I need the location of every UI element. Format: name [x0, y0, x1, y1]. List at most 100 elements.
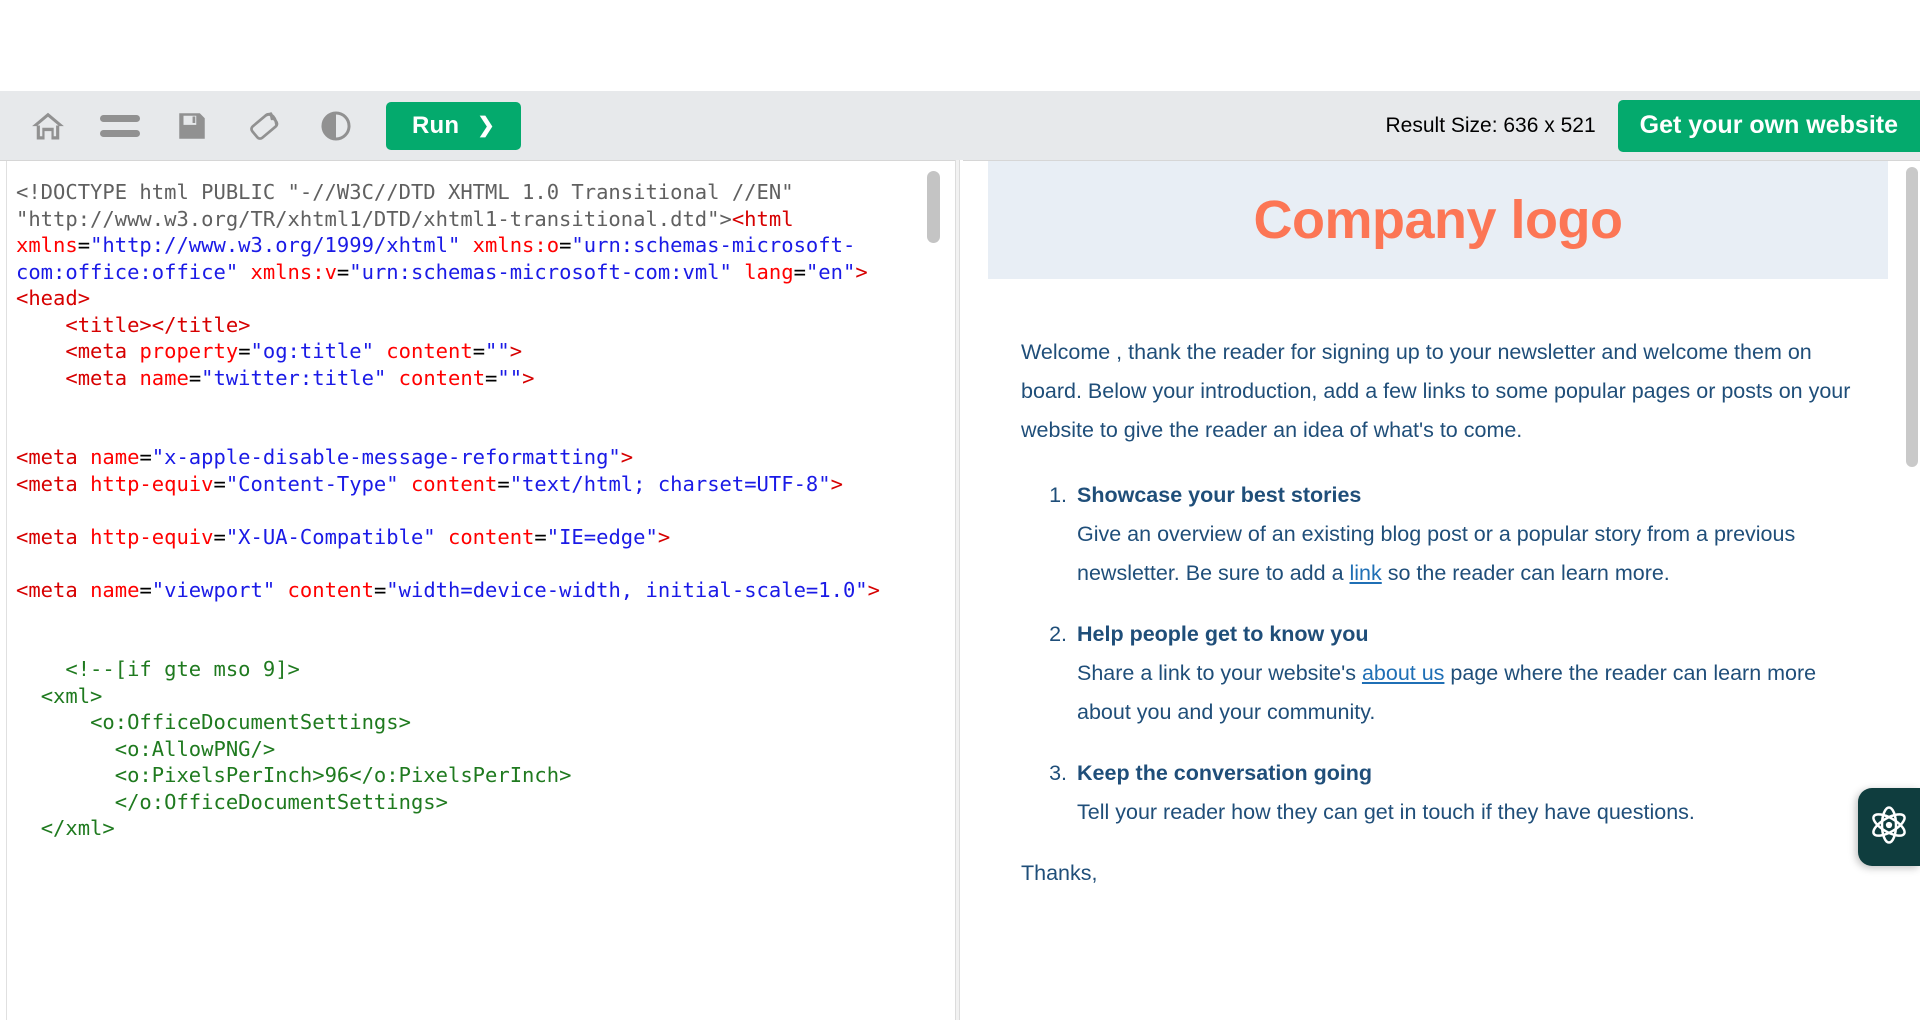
code-token-doctype: <!DOCTYPE html PUBLIC "-//W3C//DTD XHTML… — [16, 180, 806, 231]
home-button[interactable] — [12, 91, 84, 160]
tips-ordered-list: Showcase your best stories Give an overvi… — [1021, 476, 1855, 832]
code-token-val: "x-apple-disable-message-reformatting" — [151, 445, 621, 469]
editor-scrollbar-thumb[interactable] — [927, 171, 940, 243]
editor-gutter-line — [6, 161, 7, 1020]
code-token-tag: > — [509, 339, 523, 363]
code-token-val: "IE=edge" — [546, 524, 658, 549]
code-token-tag: <meta — [16, 524, 78, 549]
menu-icon — [98, 111, 142, 141]
code-token-comment: </o:OfficeDocumentSettings> — [114, 789, 448, 814]
result-scrollbar-thumb[interactable] — [1906, 167, 1918, 467]
code-token-plain: = — [485, 365, 498, 390]
code-token-tag: <title> — [65, 312, 152, 337]
code-token-plain: = — [188, 365, 202, 390]
top-blank-strip — [0, 0, 1920, 91]
code-token-tag: <meta — [65, 365, 128, 390]
code-token-plain: = — [77, 233, 91, 257]
result-preview-pane: Company logo Welcome , thank the reader … — [963, 160, 1920, 1020]
code-token-val: "X-UA-Compatible" — [225, 524, 436, 549]
code-token-tag: > — [620, 445, 634, 469]
pane-divider[interactable] — [955, 160, 960, 1020]
code-token-tag: > — [657, 524, 671, 549]
code-token-comment: <xml> — [40, 683, 103, 708]
email-body-card: Welcome , thank the reader for signing u… — [988, 285, 1888, 903]
code-token-comment: <o:PixelsPerInch>96</o:PixelsPerInch> — [114, 763, 572, 787]
code-token-tag: <meta — [16, 445, 78, 469]
code-token-attr: content — [448, 524, 535, 549]
code-token-tag: > — [522, 365, 535, 390]
list-item: Showcase your best stories Give an overvi… — [1073, 476, 1855, 593]
code-token-comment: <o:OfficeDocumentSettings> — [90, 710, 411, 734]
code-token-val: "width=device-width, initial-scale=1.0" — [386, 577, 868, 602]
list-item-title: Keep the conversation going — [1077, 761, 1373, 785]
code-token-attr: name — [90, 577, 140, 602]
code-editor-content[interactable]: <!DOCTYPE html PUBLIC "-//W3C//DTD XHTML… — [16, 179, 921, 842]
code-token-plain: = — [472, 339, 486, 363]
code-token-plain: = — [238, 339, 251, 363]
list-item: Keep the conversation going Tell your rea… — [1073, 754, 1855, 832]
code-token-tag: <meta — [65, 339, 128, 363]
code-token-attr: http-equiv — [90, 471, 214, 496]
list-item-body: Share a link to your website's about us … — [1077, 661, 1817, 724]
home-icon — [28, 108, 68, 144]
editor-scrollbar-track[interactable] — [926, 161, 940, 1020]
code-token-attr: lang — [744, 259, 794, 284]
code-token-tag: <meta — [16, 577, 78, 602]
list-item-body: Tell your reader how they can get in tou… — [1077, 800, 1695, 824]
inline-link[interactable]: about us — [1362, 661, 1444, 685]
code-token-tag: <head> — [16, 286, 91, 310]
code-token-attr: name — [139, 365, 189, 390]
result-size-label: Result Size: 636 x 521 — [1385, 113, 1596, 137]
code-token-attr: xmlns:o — [472, 233, 560, 257]
inline-link[interactable]: link — [1350, 561, 1382, 585]
code-token-plain: = — [534, 524, 547, 549]
save-button[interactable] — [156, 91, 228, 160]
list-item-title: Help people get to know you — [1077, 622, 1369, 646]
code-token-attr: xmlns — [16, 233, 78, 257]
code-token-plain: = — [139, 445, 152, 469]
code-token-plain: = — [213, 524, 226, 549]
contrast-button[interactable] — [300, 91, 372, 160]
code-editor-pane[interactable]: <!DOCTYPE html PUBLIC "-//W3C//DTD XHTML… — [0, 160, 958, 1020]
contrast-icon — [319, 109, 353, 143]
editor-toolbar: Run ❯ Result Size: 636 x 521 Get your ow… — [0, 91, 1920, 160]
code-token-val: "" — [485, 339, 510, 363]
email-header-band: Company logo — [988, 161, 1888, 279]
email-right-margin — [1888, 161, 1904, 1020]
run-button[interactable]: Run ❯ — [386, 101, 522, 150]
chat-widget-logo-icon — [1869, 805, 1909, 850]
code-token-attr: content — [287, 577, 374, 602]
newsletter-email: Company logo Welcome , thank the reader … — [988, 161, 1888, 1020]
code-token-comment: <o:AllowPNG/> — [114, 736, 276, 761]
code-token-val: "" — [497, 365, 523, 390]
intro-paragraph: Welcome , thank the reader for signing u… — [1021, 340, 1851, 442]
code-token-plain: = — [497, 471, 510, 496]
company-logo-text: Company logo — [1253, 190, 1624, 250]
rotate-layout-button[interactable] — [228, 91, 300, 160]
code-token-attr: http-equiv — [90, 524, 214, 549]
get-your-own-website-button[interactable]: Get your own website — [1617, 99, 1920, 152]
rotate-layout-icon — [245, 107, 283, 145]
code-token-attr: xmlns:v — [250, 259, 337, 284]
code-token-comment: <!--[if gte mso 9]> — [65, 657, 300, 681]
chat-widget-button[interactable] — [1858, 788, 1920, 866]
toolbar-left-group: Run ❯ — [0, 91, 522, 160]
email-left-margin — [963, 161, 988, 1020]
code-token-attr: content — [398, 365, 486, 390]
code-token-plain: = — [559, 233, 572, 257]
code-token-comment: </xml> — [40, 816, 115, 840]
menu-button[interactable] — [84, 91, 156, 160]
list-item: Help people get to know you Share a link … — [1073, 615, 1855, 732]
